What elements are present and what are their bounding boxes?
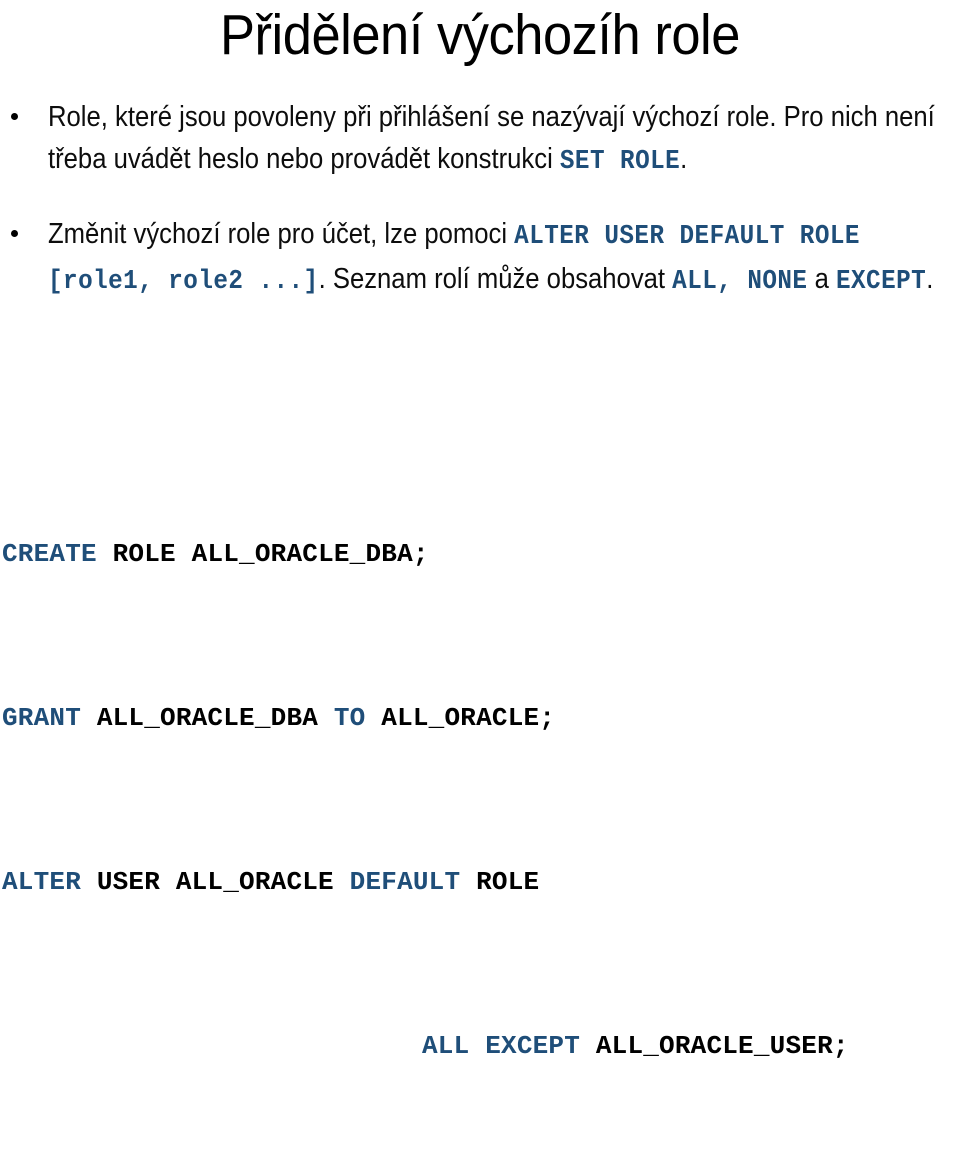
sql-identifier-1: ROLE ALL_ORACLE_DBA; <box>96 539 429 569</box>
sql-identifier-3a: USER ALL_ORACLE <box>81 867 350 897</box>
code-line-2: GRANT ALL_ORACLE_DBA TO ALL_ORACLE; <box>2 698 958 739</box>
bullet-2-segment-text-d: . <box>926 263 934 295</box>
sql-keyword-create: CREATE <box>2 539 97 569</box>
sql-code-block: CREATE ROLE ALL_ORACLE_DBA; GRANT ALL_OR… <box>2 452 958 1149</box>
bullet-2-code-except: EXCEPT <box>835 267 927 297</box>
code-line-4: ALL EXCEPT ALL_ORACLE_USER; <box>2 1026 958 1067</box>
bullet-1-segment-text-b: . <box>680 143 688 175</box>
sql-keyword-all-except: ALL EXCEPT <box>422 1031 581 1061</box>
sql-keyword-to: TO <box>333 703 366 733</box>
code-line-3: ALTER USER ALL_ORACLE DEFAULT ROLE <box>2 862 958 903</box>
bullet-1-segment-text-a: Role, které jsou povoleny při přihlášení… <box>48 101 935 175</box>
sql-keyword-default: DEFAULT <box>349 867 461 897</box>
sql-identifier-2b: ALL_ORACLE; <box>365 703 556 733</box>
sql-keyword-alter: ALTER <box>2 867 82 897</box>
bullet-dot-icon <box>11 230 18 237</box>
bullet-dot-icon <box>11 113 18 120</box>
bullet-2-segment-text-c: a <box>807 263 836 295</box>
sql-identifier-3b: ROLE <box>460 867 540 897</box>
code-line-1: CREATE ROLE ALL_ORACLE_DBA; <box>2 534 958 575</box>
bullet-2-segment-text-b: . Seznam rolí může obsahovat <box>318 263 673 295</box>
bullet-1-code-set-role: SET ROLE <box>559 147 681 177</box>
page-title: Přidělení výchozíh role <box>220 3 740 67</box>
sql-keyword-grant: GRANT <box>2 703 82 733</box>
slide-canvas: Přidělení výchozíh role Role, které jsou… <box>0 0 960 1061</box>
bullet-2-segment-text-a: Změnit výchozí role pro účet, lze pomoci <box>48 218 515 250</box>
list-item: Změnit výchozí role pro účet, lze pomoci… <box>0 213 960 303</box>
sql-identifier-2a: ALL_ORACLE_DBA <box>81 703 334 733</box>
list-item: Role, které jsou povoleny při přihlášení… <box>0 96 960 183</box>
slide-body: Role, které jsou povoleny při přihlášení… <box>0 96 960 315</box>
sql-identifier-4: ALL_ORACLE_USER; <box>580 1031 849 1061</box>
bullet-1-text: Role, které jsou povoleny při přihlášení… <box>48 96 960 183</box>
bullet-2-text: Změnit výchozí role pro účet, lze pomoci… <box>48 213 960 303</box>
bullet-2-code-all-none: ALL, NONE <box>672 267 808 297</box>
